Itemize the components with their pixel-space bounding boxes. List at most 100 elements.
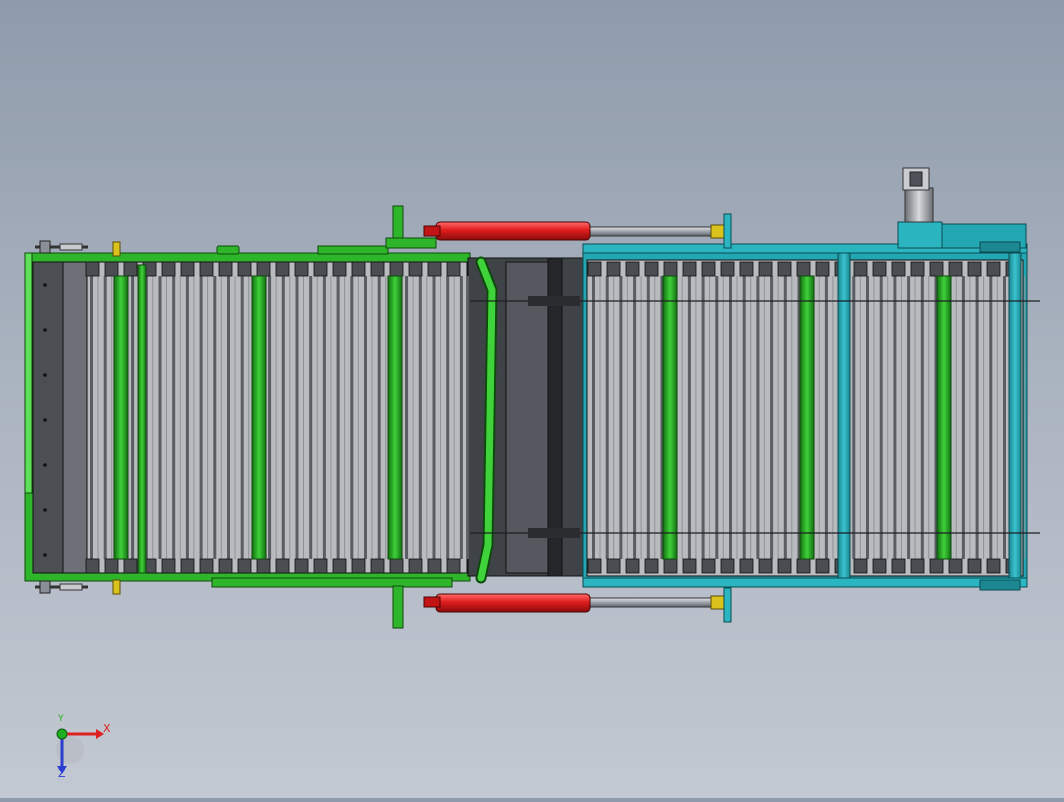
roller-top	[682, 261, 697, 277]
roller-top	[237, 261, 252, 277]
roller-bottom	[872, 558, 887, 574]
belt-slat	[592, 276, 595, 559]
belt-slat	[103, 276, 107, 559]
roller-bottom	[606, 558, 621, 574]
roller-top	[123, 261, 138, 277]
belt-slat	[866, 276, 869, 559]
roller-bottom	[815, 558, 830, 574]
belt-slat	[1003, 276, 1006, 559]
roller-top	[389, 261, 404, 277]
roller-top	[929, 261, 944, 277]
roller-top	[313, 261, 328, 277]
roller-bottom	[408, 558, 423, 574]
roller-bottom	[625, 558, 640, 574]
belt-slat	[852, 276, 856, 559]
roller-top	[587, 261, 602, 277]
belt-slat	[185, 276, 189, 559]
roller-top	[720, 261, 735, 277]
roller-top	[948, 261, 963, 277]
roller-bottom	[796, 558, 811, 574]
teal-bottom-beam	[582, 577, 1028, 588]
roller-bottom	[218, 558, 233, 574]
roller-top	[294, 261, 309, 277]
roller-bottom	[891, 558, 906, 574]
roller-bottom	[644, 558, 659, 574]
belt-slat	[405, 276, 409, 559]
belt-slat	[459, 276, 463, 559]
belt-slat	[295, 276, 299, 559]
roller-bottom	[948, 558, 963, 574]
roller-bottom	[85, 558, 100, 574]
belt-slat	[646, 276, 650, 559]
belt-slat	[633, 276, 637, 559]
roller-top	[663, 261, 678, 277]
hydraulic-cylinder-top	[423, 213, 732, 249]
roller-bottom	[587, 558, 602, 574]
belt-slat	[213, 276, 217, 559]
green-bottom-beam	[211, 577, 453, 588]
belt-slat	[227, 276, 230, 559]
belt-slat	[281, 276, 285, 559]
belt-slat	[377, 276, 381, 559]
roller-bottom	[446, 558, 461, 574]
belt-slat	[158, 276, 162, 559]
belt-slat	[172, 276, 176, 559]
belt-slat	[322, 276, 326, 559]
belt-slat	[240, 276, 244, 559]
roller-bottom	[332, 558, 347, 574]
bolt	[43, 373, 47, 377]
roller-top	[986, 261, 1001, 277]
belt-slat	[920, 276, 924, 559]
belt-slat	[715, 276, 719, 559]
belt-slat	[701, 276, 705, 559]
roller-bottom	[199, 558, 214, 574]
roller-bottom	[237, 558, 252, 574]
orientation-triad: X Y Z	[48, 714, 118, 782]
roller-bottom	[313, 558, 328, 574]
belt-slat	[742, 276, 746, 559]
roller-bottom	[275, 558, 290, 574]
green-top-plate	[317, 245, 389, 255]
belt-slat	[989, 276, 993, 559]
belt-slat	[770, 276, 774, 559]
bolt	[43, 283, 47, 287]
roller-top	[332, 261, 347, 277]
y-axis-dot	[56, 728, 68, 740]
green-top-tab	[216, 245, 240, 255]
roller-top	[427, 261, 442, 277]
belt-slat	[619, 276, 623, 559]
cad-viewport[interactable]: X Y Z	[0, 0, 1064, 798]
roller-bottom	[161, 558, 176, 574]
roller-bottom	[663, 558, 678, 574]
roller-top	[967, 261, 982, 277]
belt-slat	[309, 276, 313, 559]
roller-top	[370, 261, 385, 277]
belt-slat	[824, 276, 828, 559]
roller-bottom	[294, 558, 309, 574]
belt-slat	[907, 276, 911, 559]
roller-bottom	[853, 558, 868, 574]
roller-top	[739, 261, 754, 277]
bolt	[43, 463, 47, 467]
roller-bottom	[720, 558, 735, 574]
roller-top	[777, 261, 792, 277]
belt-slat	[975, 276, 979, 559]
belt-slat	[605, 276, 609, 559]
belt-slat	[336, 276, 340, 559]
bolt	[43, 508, 47, 512]
belt-slat	[199, 276, 203, 559]
roller-top	[408, 261, 423, 277]
belt-slat	[432, 276, 436, 559]
tensioner-bottom	[35, 579, 121, 595]
roller-top	[218, 261, 233, 277]
bolt	[43, 418, 47, 422]
y-axis-label: Y	[58, 714, 64, 724]
belt-slat	[268, 276, 272, 559]
roller-bottom	[910, 558, 925, 574]
belt-slat	[350, 276, 354, 559]
roller-bottom	[256, 558, 271, 574]
z-axis-label: Z	[58, 767, 66, 780]
belt-slat	[756, 276, 760, 559]
conveyor-assembly-drawing	[24, 167, 1040, 629]
belt-slat	[729, 276, 732, 559]
